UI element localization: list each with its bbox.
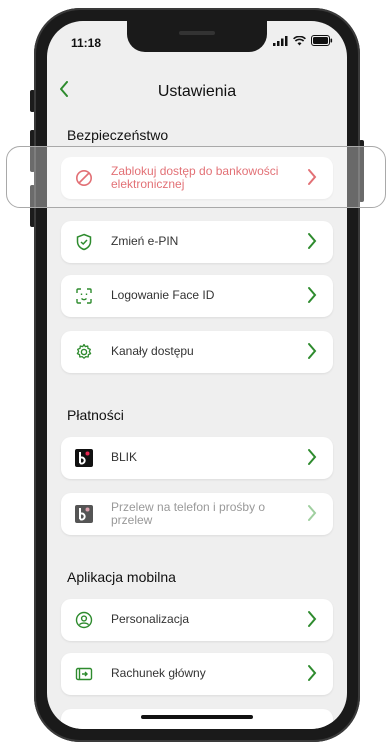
phone-transfer-label: Przelew na telefon i prośby o przelew xyxy=(111,500,266,527)
chevron-right-icon xyxy=(308,505,317,521)
page-title: Ustawienia xyxy=(157,83,237,100)
chevron-right-icon xyxy=(308,287,317,303)
change-epin-label: Zmień e-PIN xyxy=(111,234,179,248)
next-item-partial[interactable] xyxy=(61,709,333,729)
face-id-label: Logowanie Face ID xyxy=(111,288,215,302)
section-header-mobile: Aplikacja mobilna xyxy=(67,569,176,585)
blik-icon xyxy=(75,505,93,523)
face-id-icon xyxy=(76,288,92,304)
wifi-icon xyxy=(293,35,306,45)
access-channels-item[interactable]: Kanały dostępu xyxy=(61,331,333,373)
face-id-item[interactable]: Logowanie Face ID xyxy=(61,275,333,317)
chevron-right-icon xyxy=(308,343,317,359)
speaker xyxy=(179,31,215,35)
battery-icon xyxy=(311,35,333,46)
personalization-item[interactable]: Personalizacja xyxy=(61,599,333,641)
home-indicator xyxy=(141,715,253,719)
main-account-label: Rachunek główny xyxy=(111,666,206,680)
highlight-frame xyxy=(6,146,386,208)
change-epin-item[interactable]: Zmień e-PIN xyxy=(61,221,333,263)
user-circle-icon xyxy=(75,611,93,629)
chevron-right-icon xyxy=(308,665,317,681)
phone-frame: 11:18 Ustawienia Bezpieczeństwo Zablokuj… xyxy=(34,8,360,742)
personalization-label: Personalizacja xyxy=(111,612,190,626)
shield-check-icon xyxy=(76,233,92,251)
nav-bar: Ustawienia xyxy=(47,73,347,113)
status-icons xyxy=(273,35,333,46)
chevron-right-icon xyxy=(308,449,317,465)
phone-transfer-item[interactable]: Przelew na telefon i prośby o przelew xyxy=(61,493,333,535)
access-channels-label: Kanały dostępu xyxy=(111,344,194,358)
chevron-right-icon xyxy=(308,611,317,627)
signal-icon xyxy=(273,35,288,46)
section-header-payments: Płatności xyxy=(67,407,124,423)
notch xyxy=(127,21,267,52)
blik-item[interactable]: BLIK xyxy=(61,437,333,479)
chevron-right-icon xyxy=(308,233,317,249)
blik-label: BLIK xyxy=(111,450,138,464)
section-header-security: Bezpieczeństwo xyxy=(67,127,169,143)
status-time: 11:18 xyxy=(71,36,102,50)
main-account-item[interactable]: Rachunek główny xyxy=(61,653,333,695)
gear-icon xyxy=(76,343,92,359)
app-screen: 11:18 Ustawienia Bezpieczeństwo Zablokuj… xyxy=(47,21,347,729)
blik-icon xyxy=(75,449,93,467)
card-arrow-icon xyxy=(75,667,93,681)
